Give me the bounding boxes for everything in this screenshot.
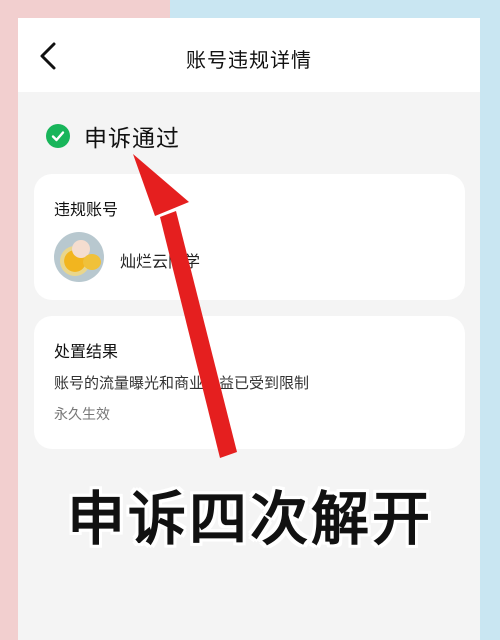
check-circle-icon [46, 124, 70, 148]
disposal-result-duration: 永久生效 [54, 407, 110, 423]
username: 灿烂云同学 [120, 252, 201, 271]
appeal-status: 申诉通过 [46, 121, 180, 152]
disposal-result-description: 账号的流量曝光和商业权益已受到限制 [54, 374, 310, 392]
top-navigation-bar: 账号违规详情 [18, 18, 480, 92]
violation-account-title: 违规账号 [54, 200, 119, 219]
page-title: 账号违规详情 [186, 48, 312, 72]
overlay-caption: 申诉四次解开 [66, 485, 433, 553]
avatar[interactable] [54, 232, 104, 282]
status-text: 申诉通过 [84, 126, 180, 152]
disposal-result-card: 处置结果 账号的流量曝光和商业权益已受到限制 永久生效 [34, 316, 465, 449]
disposal-result-title: 处置结果 [54, 342, 119, 361]
violation-account-card[interactable]: 违规账号 灿烂云同学 [34, 174, 465, 300]
